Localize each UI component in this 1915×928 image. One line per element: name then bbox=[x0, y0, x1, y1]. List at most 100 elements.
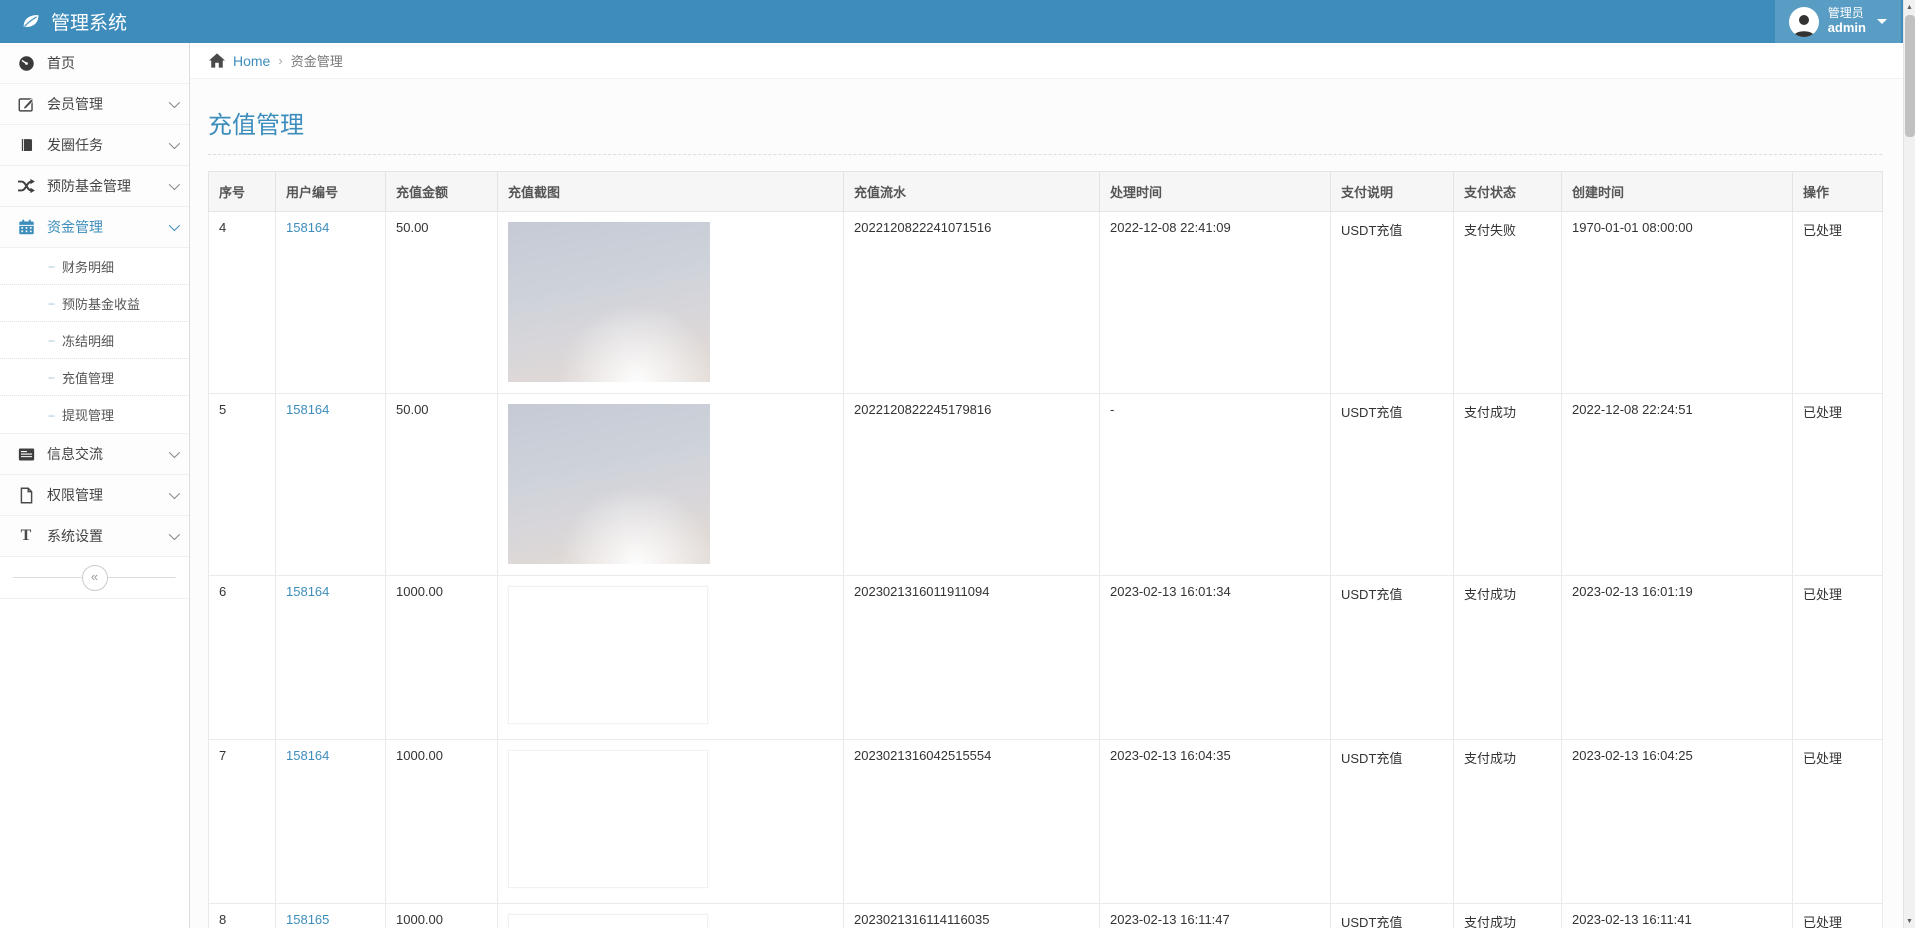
list-icon bbox=[16, 447, 36, 462]
cell-screenshot bbox=[498, 212, 844, 394]
cell-user_id: 158165 bbox=[276, 904, 386, 928]
chevron-down-icon bbox=[169, 179, 180, 190]
sidebar-subitem-recharge-mgmt[interactable]: -- 充值管理 bbox=[0, 359, 189, 396]
user-id-link[interactable]: 158165 bbox=[286, 912, 329, 927]
calendar-icon bbox=[16, 219, 36, 236]
table-header-row: 序号用户编号充值金额充值截图充值流水处理时间支付说明支付状态创建时间操作 bbox=[209, 172, 1883, 212]
dash-prefix: -- bbox=[48, 259, 54, 273]
scroll-up-icon[interactable]: ▲ bbox=[1904, 0, 1915, 14]
cell-pay_desc: USDT充值 bbox=[1331, 740, 1454, 904]
sidebar-item-funds[interactable]: 资金管理 bbox=[0, 207, 189, 248]
chevron-down-icon bbox=[169, 447, 180, 458]
app-logo[interactable]: 管理系统 bbox=[0, 0, 190, 43]
sidebar-subitem-label: 提现管理 bbox=[62, 405, 114, 424]
table-row: 81581651000.0020230213161141160352023-02… bbox=[209, 904, 1883, 928]
column-header-user_id: 用户编号 bbox=[276, 172, 386, 212]
table-row: 61581641000.0020230213160119110942023-02… bbox=[209, 576, 1883, 740]
sidebar-item-settings[interactable]: T 系统设置 bbox=[0, 516, 189, 557]
cell-create_time: 2023-02-13 16:01:19 bbox=[1562, 576, 1793, 740]
cell-process_time: 2023-02-13 16:01:34 bbox=[1100, 576, 1331, 740]
sidebar-item-permissions[interactable]: 权限管理 bbox=[0, 475, 189, 516]
cell-action: 已处理 bbox=[1793, 740, 1883, 904]
cell-amount: 1000.00 bbox=[386, 740, 498, 904]
column-header-action: 操作 bbox=[1793, 172, 1883, 212]
chevron-down-icon bbox=[169, 488, 180, 499]
cell-flow_no: 2022120822241071516 bbox=[844, 212, 1100, 394]
sidebar-item-label: 首页 bbox=[47, 53, 177, 73]
sidebar-item-members[interactable]: 会员管理 bbox=[0, 84, 189, 125]
cell-pay_desc: USDT充值 bbox=[1331, 576, 1454, 740]
cell-create_time: 1970-01-01 08:00:00 bbox=[1562, 212, 1793, 394]
breadcrumb-current: 资金管理 bbox=[291, 51, 343, 70]
sidebar-subitem-finance-detail[interactable]: -- 财务明细 bbox=[0, 248, 189, 285]
sidebar-item-messages[interactable]: 信息交流 bbox=[0, 434, 189, 475]
cell-pay_status: 支付成功 bbox=[1454, 740, 1562, 904]
sidebar-item-label: 发圈任务 bbox=[47, 135, 169, 155]
user-role: 管理员 bbox=[1828, 7, 1866, 21]
cell-process_time: 2023-02-13 16:11:47 bbox=[1100, 904, 1331, 928]
scrollbar-thumb[interactable] bbox=[1905, 15, 1915, 137]
sidebar-item-label: 系统设置 bbox=[47, 526, 169, 546]
dashboard-icon bbox=[16, 55, 36, 72]
sidebar-item-home[interactable]: 首页 bbox=[0, 43, 189, 84]
dash-prefix: -- bbox=[48, 408, 54, 422]
recharge-screenshot[interactable] bbox=[508, 404, 710, 564]
cell-pay_status: 支付失败 bbox=[1454, 212, 1562, 394]
sidebar-item-prevention-fund[interactable]: 预防基金管理 bbox=[0, 166, 189, 207]
cell-action: 已处理 bbox=[1793, 394, 1883, 576]
sidebar-subitem-label: 财务明细 bbox=[62, 257, 114, 276]
sidebar-item-posting-tasks[interactable]: 发圈任务 bbox=[0, 125, 189, 166]
cell-create_time: 2023-02-13 16:04:25 bbox=[1562, 740, 1793, 904]
user-id-link[interactable]: 158164 bbox=[286, 402, 329, 417]
cell-process_time: - bbox=[1100, 394, 1331, 576]
sidebar-subitem-fund-income[interactable]: -- 预防基金收益 bbox=[0, 285, 189, 322]
user-menu[interactable]: 管理员 admin bbox=[1775, 0, 1901, 43]
column-header-pay_status: 支付状态 bbox=[1454, 172, 1562, 212]
table-row: 71581641000.0020230213160425155542023-02… bbox=[209, 740, 1883, 904]
sidebar-subitem-withdraw-mgmt[interactable]: -- 提现管理 bbox=[0, 396, 189, 433]
cell-flow_no: 2022120822245179816 bbox=[844, 394, 1100, 576]
page-title: 充值管理 bbox=[208, 105, 1882, 155]
cell-amount: 50.00 bbox=[386, 394, 498, 576]
sidebar-subitem-label: 预防基金收益 bbox=[62, 294, 140, 313]
sidebar-subitem-frozen-detail[interactable]: -- 冻结明细 bbox=[0, 322, 189, 359]
cell-pay_status: 支付成功 bbox=[1454, 904, 1562, 928]
cell-amount: 1000.00 bbox=[386, 576, 498, 740]
recharge-screenshot[interactable] bbox=[508, 914, 708, 928]
cell-seq: 5 bbox=[209, 394, 276, 576]
user-id-link[interactable]: 158164 bbox=[286, 584, 329, 599]
cell-flow_no: 2023021316011911094 bbox=[844, 576, 1100, 740]
cell-action: 已处理 bbox=[1793, 576, 1883, 740]
cell-seq: 8 bbox=[209, 904, 276, 928]
recharge-table: 序号用户编号充值金额充值截图充值流水处理时间支付说明支付状态创建时间操作 4 15… bbox=[208, 171, 1883, 928]
cell-pay_desc: USDT充值 bbox=[1331, 394, 1454, 576]
leaf-icon bbox=[20, 11, 42, 33]
book-icon bbox=[16, 137, 36, 154]
sidebar-item-label: 会员管理 bbox=[47, 94, 169, 114]
column-header-screenshot: 充值截图 bbox=[498, 172, 844, 212]
cell-seq: 4 bbox=[209, 212, 276, 394]
user-id-link[interactable]: 158164 bbox=[286, 748, 329, 763]
dash-prefix: -- bbox=[48, 333, 54, 347]
chevron-down-icon bbox=[169, 220, 180, 231]
recharge-screenshot[interactable] bbox=[508, 750, 708, 888]
sidebar-collapse-button[interactable]: « bbox=[82, 565, 108, 591]
column-header-pay_desc: 支付说明 bbox=[1331, 172, 1454, 212]
cell-seq: 6 bbox=[209, 576, 276, 740]
recharge-screenshot[interactable] bbox=[508, 222, 710, 382]
recharge-screenshot[interactable] bbox=[508, 586, 708, 724]
page-scrollbar[interactable]: ▲ ▼ bbox=[1903, 0, 1915, 928]
sidebar-item-label: 权限管理 bbox=[47, 485, 169, 505]
sidebar-item-label: 资金管理 bbox=[47, 217, 169, 237]
scroll-down-icon[interactable]: ▼ bbox=[1904, 914, 1915, 928]
user-id-link[interactable]: 158164 bbox=[286, 220, 329, 235]
breadcrumb: Home › 资金管理 bbox=[190, 43, 1903, 79]
cell-user_id: 158164 bbox=[276, 212, 386, 394]
sidebar-subitem-label: 充值管理 bbox=[62, 368, 114, 387]
sidebar-collapse-row: « bbox=[0, 557, 189, 599]
cell-user_id: 158164 bbox=[276, 740, 386, 904]
table-row: 415816450.0020221208222410715162022-12-0… bbox=[209, 212, 1883, 394]
user-name: admin bbox=[1828, 21, 1866, 36]
cell-process_time: 2023-02-13 16:04:35 bbox=[1100, 740, 1331, 904]
breadcrumb-home-link[interactable]: Home bbox=[233, 53, 270, 69]
